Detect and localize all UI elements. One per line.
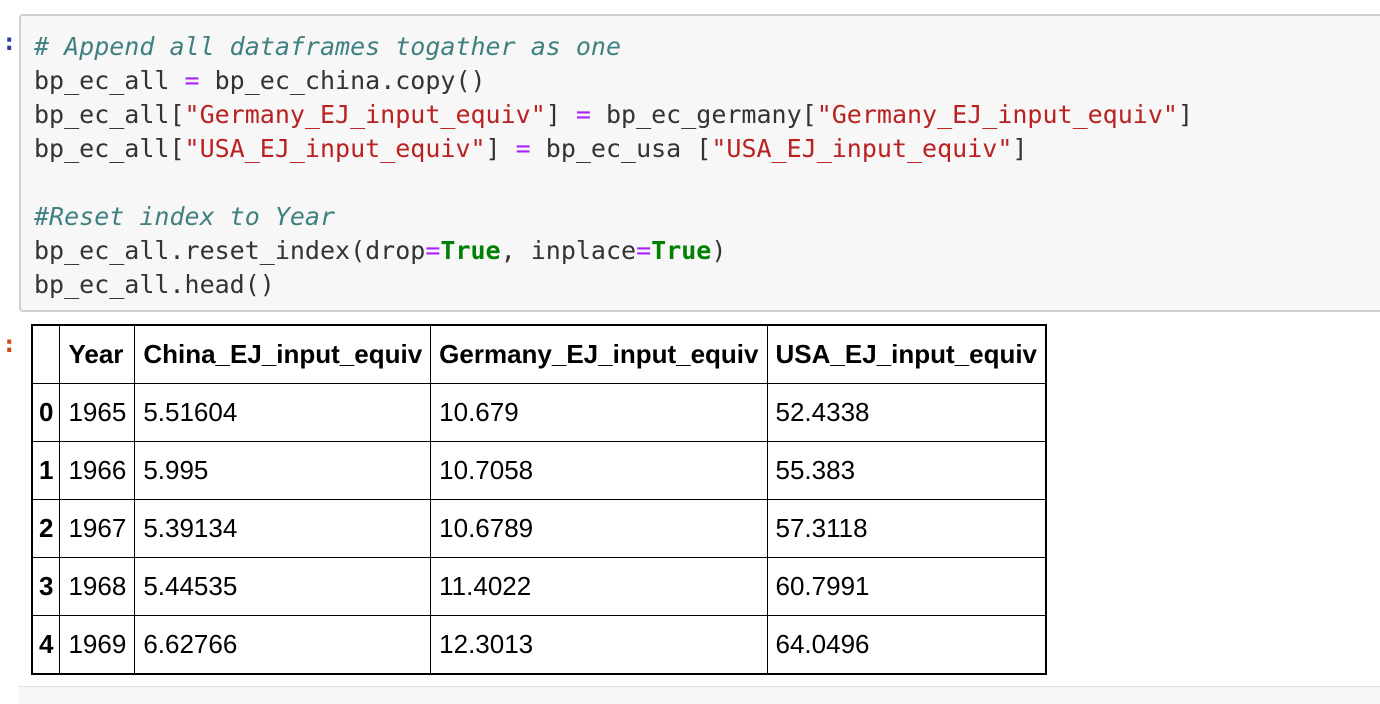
code-comment: # Append all dataframes togather as one [34, 32, 621, 61]
row-index: 3 [31, 557, 61, 616]
code-operator: = [425, 236, 441, 265]
cell-usa: 60.7991 [766, 557, 1047, 616]
code-string: "Germany_EJ_input_equiv" [184, 100, 546, 129]
cell-usa: 55.383 [766, 441, 1047, 500]
code-comment: #Reset index to Year [34, 202, 336, 231]
code-operator: = [636, 236, 652, 265]
output-prompt: : [2, 330, 17, 358]
code-token: ] [1012, 134, 1028, 163]
column-header-china: China_EJ_input_equiv [134, 324, 432, 384]
index-header [31, 324, 61, 384]
code-line-8: bp_ec_all.head() [34, 268, 1193, 302]
code-string: "Germany_EJ_input_equiv" [816, 100, 1178, 129]
code-token: , inplace [500, 236, 637, 265]
cell-year: 1965 [59, 383, 136, 442]
cell-germany: 10.6789 [430, 499, 768, 558]
code-operator: = [169, 66, 215, 95]
code-token: bp_ec_germany[ [590, 100, 817, 129]
code-token: ] [485, 134, 516, 163]
dataframe-table: Year China_EJ_input_equiv Germany_EJ_inp… [31, 324, 1048, 675]
row-index: 2 [31, 499, 61, 558]
code-line-5-blank [34, 166, 1193, 200]
code-token: bp_ec_usa [ [530, 134, 712, 163]
notebook-page: : # Append all dataframes togather as on… [0, 0, 1380, 704]
cell-germany: 10.7058 [430, 441, 768, 500]
column-header-year: Year [59, 324, 136, 384]
table-row: 2 1967 5.39134 10.6789 57.3118 [31, 499, 1047, 558]
code-token: bp_ec_china.copy() [214, 66, 486, 95]
table-row: 4 1969 6.62766 12.3013 64.0496 [31, 615, 1047, 675]
input-prompt: : [2, 28, 17, 56]
cell-china: 6.62766 [134, 615, 432, 675]
cell-usa: 52.4338 [766, 383, 1047, 442]
cell-year: 1966 [59, 441, 136, 500]
code-keyword: True [651, 236, 712, 265]
code-token: bp_ec_all[ [34, 134, 185, 163]
cell-year: 1968 [59, 557, 136, 616]
code-operator: = [515, 134, 531, 163]
code-line-2: bp_ec_all = bp_ec_china.copy() [34, 64, 1193, 98]
cell-germany: 12.3013 [430, 615, 768, 675]
code-line-3: bp_ec_all["Germany_EJ_input_equiv"] = bp… [34, 98, 1193, 132]
column-header-germany: Germany_EJ_input_equiv [430, 324, 768, 384]
code-editor[interactable]: # Append all dataframes togather as one b… [34, 30, 1193, 302]
code-token: ] [545, 100, 576, 129]
code-token: bp_ec_all [34, 66, 170, 95]
table-row: 3 1968 5.44535 11.4022 60.7991 [31, 557, 1047, 616]
column-header-usa: USA_EJ_input_equiv [766, 324, 1047, 384]
code-line-7: bp_ec_all.reset_index(drop=True, inplace… [34, 234, 1193, 268]
code-operator: = [575, 100, 591, 129]
code-token: bp_ec_all.head() [34, 270, 275, 299]
code-cell-input[interactable]: # Append all dataframes togather as one b… [19, 14, 1380, 312]
next-cell-input[interactable] [19, 686, 1380, 704]
cell-usa: 57.3118 [766, 499, 1047, 558]
table-row: 0 1965 5.51604 10.679 52.4338 [31, 383, 1047, 442]
row-index: 4 [31, 615, 61, 675]
table-header-row: Year China_EJ_input_equiv Germany_EJ_inp… [31, 324, 1047, 384]
cell-germany: 11.4022 [430, 557, 768, 616]
cell-germany: 10.679 [430, 383, 768, 442]
cell-year: 1969 [59, 615, 136, 675]
code-token: bp_ec_all.reset_index(drop [34, 236, 426, 265]
row-index: 0 [31, 383, 61, 442]
code-string: "USA_EJ_input_equiv" [711, 134, 1013, 163]
cell-year: 1967 [59, 499, 136, 558]
cell-usa: 64.0496 [766, 615, 1047, 675]
table-row: 1 1966 5.995 10.7058 55.383 [31, 441, 1047, 500]
cell-china: 5.44535 [134, 557, 432, 616]
code-line-6: #Reset index to Year [34, 200, 1193, 234]
code-line-1: # Append all dataframes togather as one [34, 30, 1193, 64]
code-line-4: bp_ec_all["USA_EJ_input_equiv"] = bp_ec_… [34, 132, 1193, 166]
code-token: ] [1177, 100, 1193, 129]
cell-china: 5.51604 [134, 383, 432, 442]
code-keyword: True [440, 236, 501, 265]
cell-china: 5.995 [134, 441, 432, 500]
code-token: ) [711, 236, 727, 265]
cell-china: 5.39134 [134, 499, 432, 558]
row-index: 1 [31, 441, 61, 500]
code-string: "USA_EJ_input_equiv" [184, 134, 486, 163]
code-token: bp_ec_all[ [34, 100, 185, 129]
